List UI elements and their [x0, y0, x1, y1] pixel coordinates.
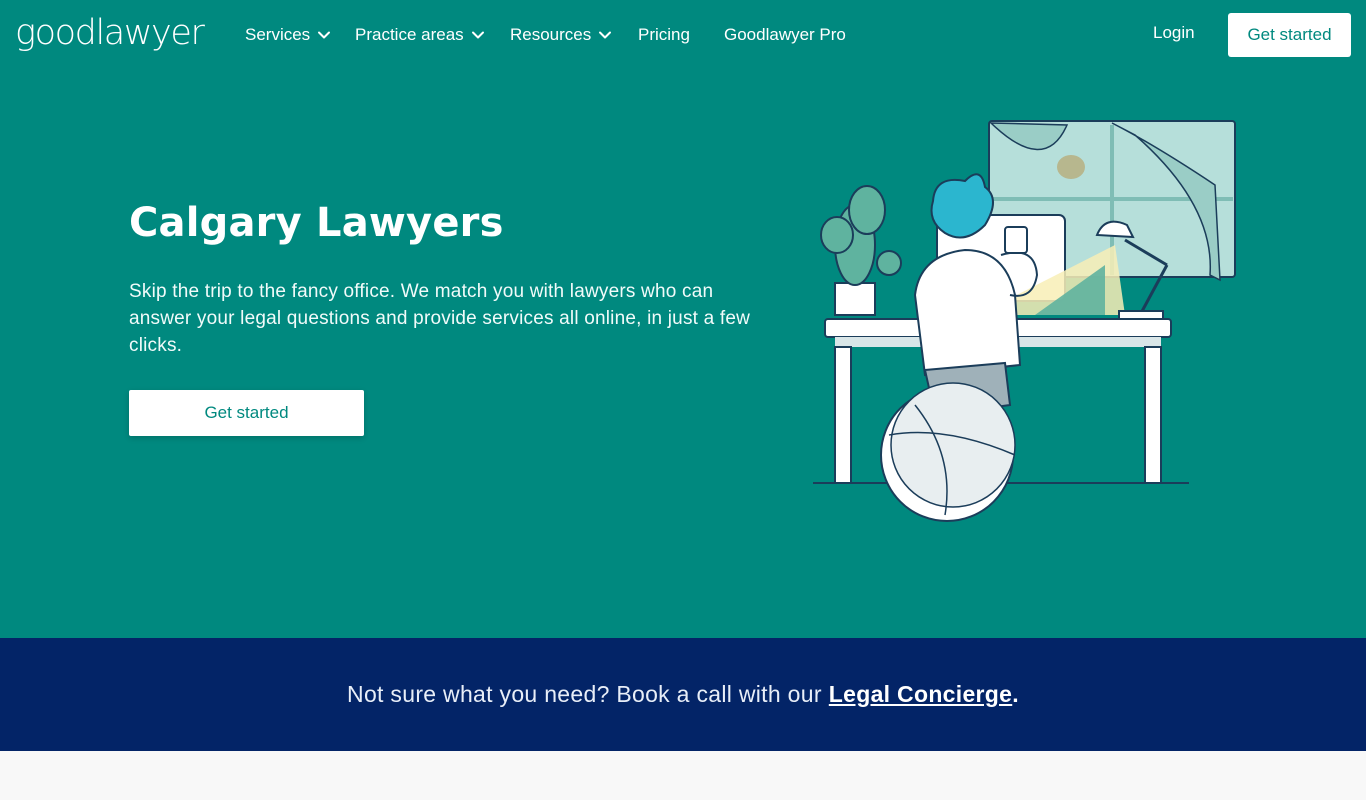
banner-text: Not sure what you need? Book a call with… [347, 681, 822, 707]
hero-section: Calgary Lawyers Skip the trip to the fan… [0, 70, 1366, 638]
nav-goodlawyer-pro[interactable]: Goodlawyer Pro [724, 23, 846, 47]
chevron-down-icon [470, 27, 486, 43]
nav-practice-areas[interactable]: Practice areas [355, 23, 486, 47]
nav-resources[interactable]: Resources [510, 23, 613, 47]
next-section [0, 751, 1366, 800]
nav-get-started-button[interactable]: Get started [1228, 13, 1351, 57]
nav-services-label: Services [245, 25, 311, 44]
chevron-down-icon [597, 27, 613, 43]
nav-goodlawyer-pro-label: Goodlawyer Pro [724, 25, 846, 44]
nav-resources-label: Resources [510, 25, 592, 44]
cactus [820, 185, 902, 316]
page-title: Calgary Lawyers [129, 200, 504, 246]
nav-pricing-label: Pricing [638, 25, 690, 44]
hero-illustration [813, 120, 1236, 522]
exercise-ball [880, 382, 1016, 522]
hero-get-started-button[interactable]: Get started [129, 390, 364, 436]
banner-suffix: . [1012, 681, 1019, 707]
login-link[interactable]: Login [1153, 23, 1195, 43]
hero-description: Skip the trip to the fancy office. We ma… [129, 281, 751, 356]
top-navigation: goodlawyer Services Practice areas Resou… [0, 0, 1366, 70]
legal-concierge-link[interactable]: Legal Concierge [829, 681, 1012, 708]
goodlawyer-logo[interactable]: goodlawyer [15, 12, 205, 54]
nav-practice-areas-label: Practice areas [355, 25, 464, 44]
chevron-down-icon [316, 27, 332, 43]
nav-pricing[interactable]: Pricing [638, 23, 690, 47]
nav-services[interactable]: Services [245, 23, 332, 47]
concierge-banner: Not sure what you need? Book a call with… [0, 638, 1366, 751]
